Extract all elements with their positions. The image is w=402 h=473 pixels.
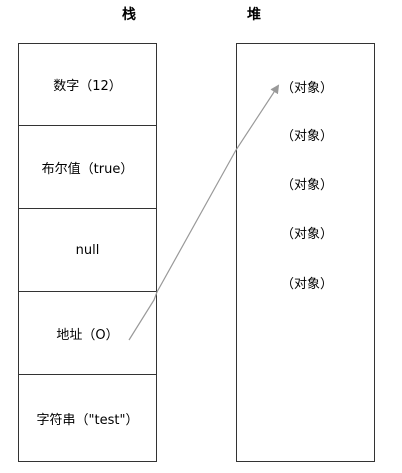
stack-cell-address: 地址（O） <box>19 293 156 375</box>
heap-heading: 堆 <box>247 7 261 23</box>
stack-column: 数字（12） 布尔值（true） null 地址（O） 字符串（"test"） <box>18 43 157 462</box>
heap-object-5: （对象） <box>281 277 334 292</box>
heap-object-3: （对象） <box>281 178 334 193</box>
heap-object-2: （对象） <box>281 129 334 144</box>
heap-object-1: （对象） <box>281 81 334 96</box>
stack-heading: 栈 <box>122 7 136 23</box>
stack-cell-string: 字符串（"test"） <box>36 413 139 428</box>
heap-column: （对象） （对象） （对象） （对象） （对象） <box>236 43 375 462</box>
stack-cell-null: null <box>19 210 156 292</box>
heap-object-4: （对象） <box>281 227 334 242</box>
stack-cell-number: 数字（12） <box>19 44 156 126</box>
stack-cell-boolean: 布尔值（true） <box>19 127 156 209</box>
